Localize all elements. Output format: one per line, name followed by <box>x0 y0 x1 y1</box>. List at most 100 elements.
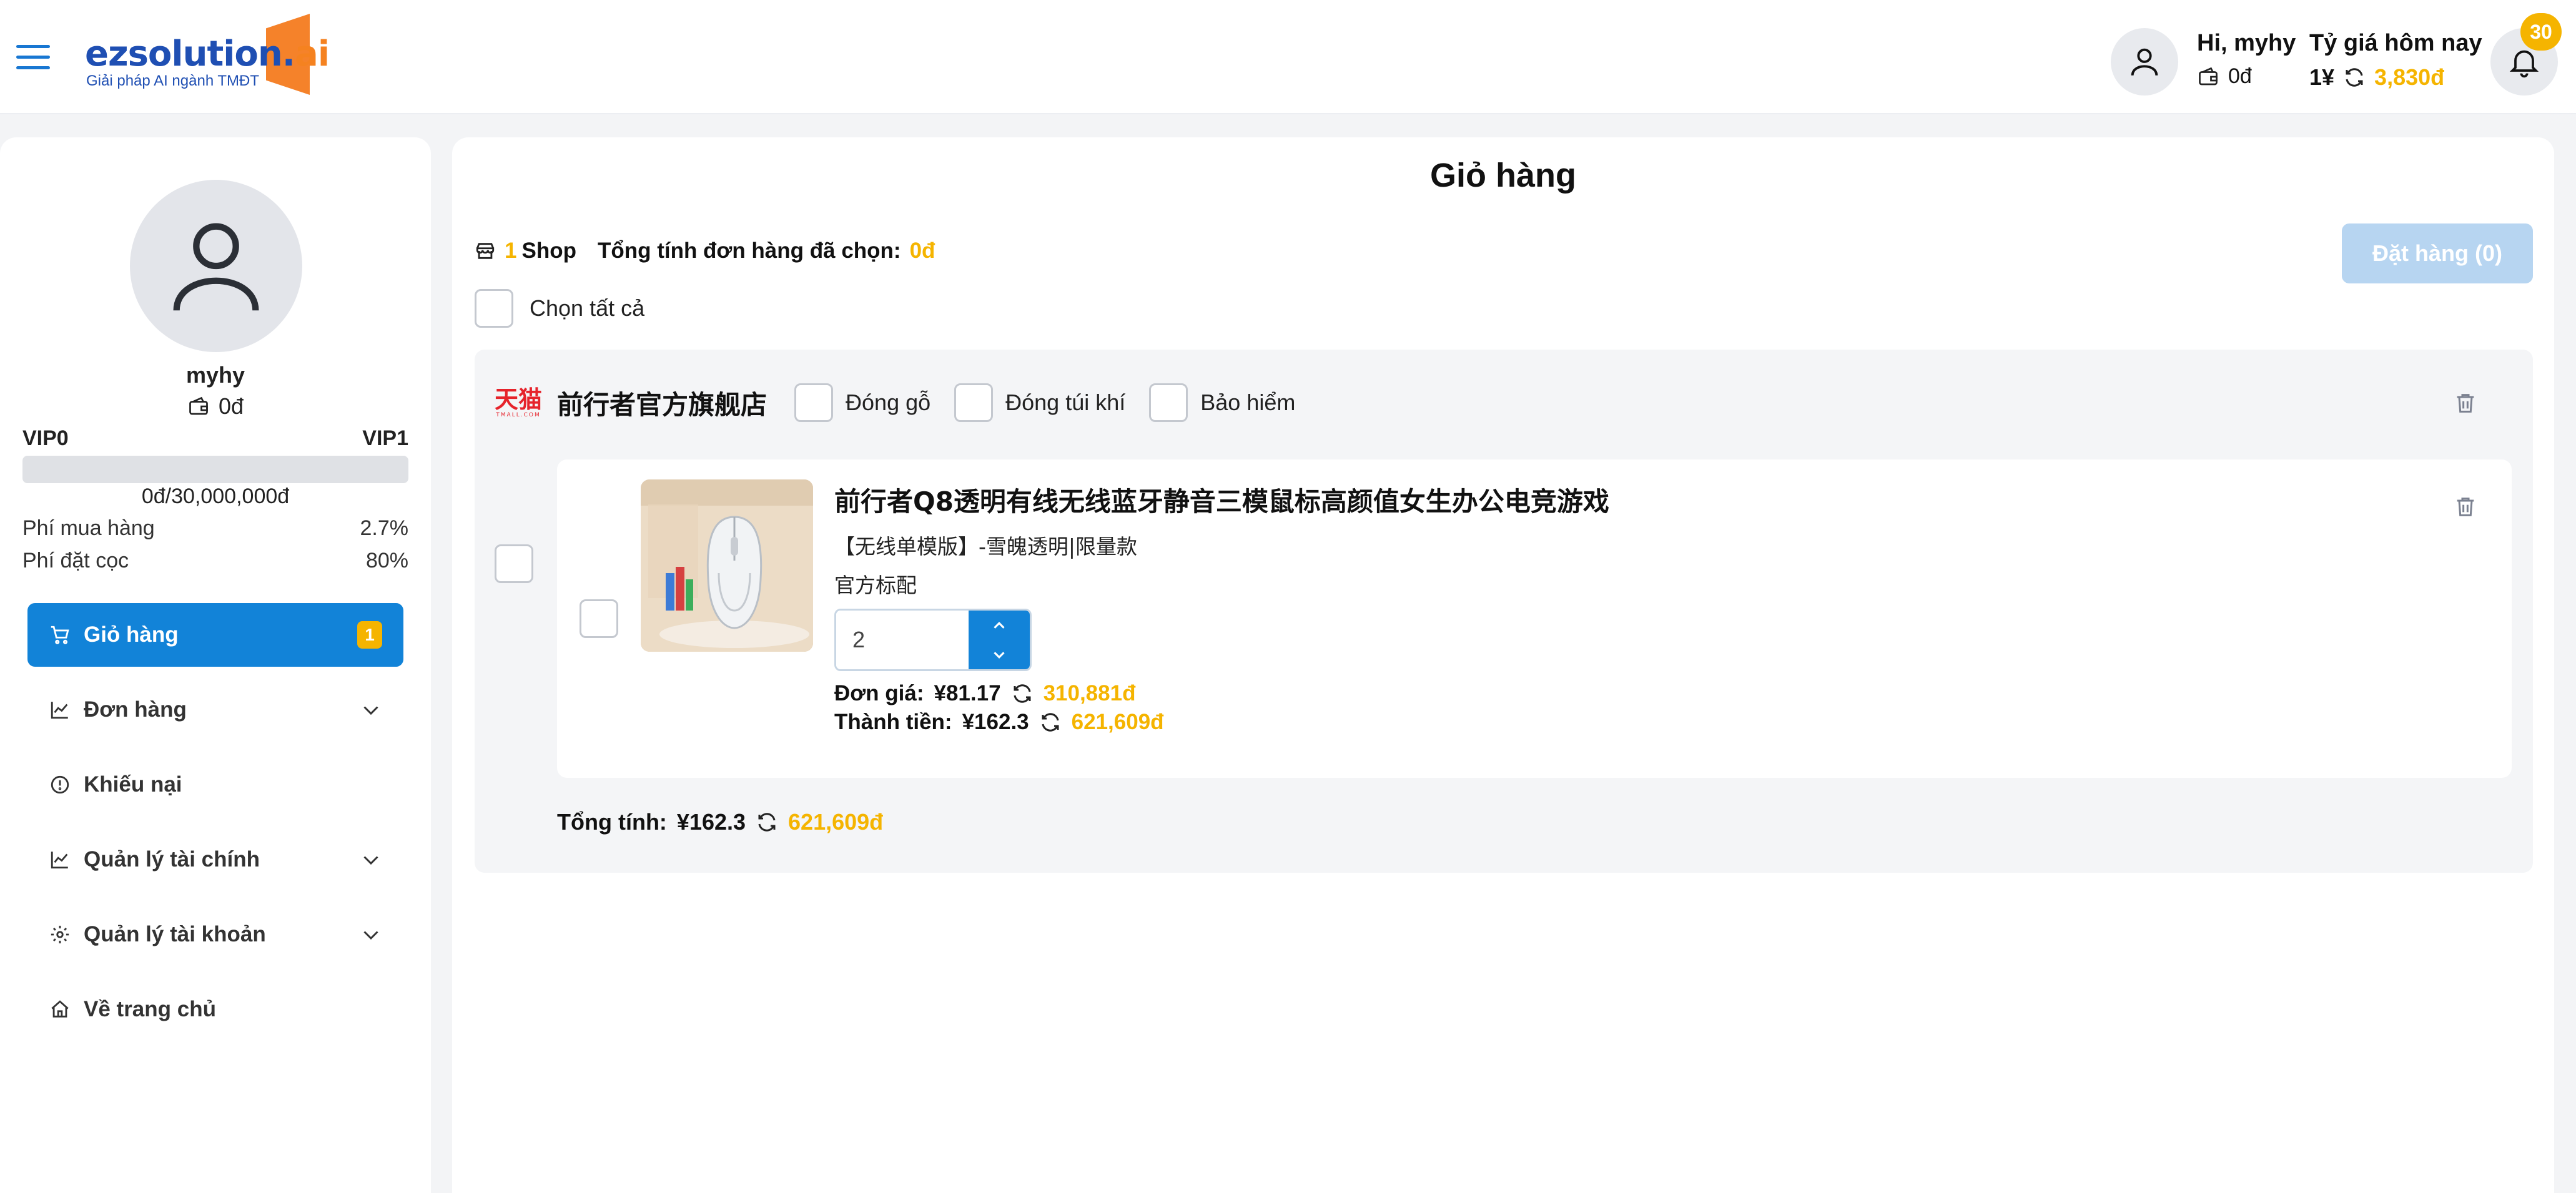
delete-shop-trash-icon[interactable] <box>2453 390 2478 417</box>
sidebar-item-complaints[interactable]: Khiếu nại <box>27 753 403 817</box>
sidebar-item-finance[interactable]: Quản lý tài chính <box>27 828 403 891</box>
select-all-checkbox[interactable] <box>475 289 513 328</box>
delete-product-trash-icon[interactable] <box>2453 493 2478 521</box>
exchange-rate-label: Tỷ giá hôm nay <box>2309 30 2482 56</box>
rate-cny: 1¥ <box>2309 64 2335 90</box>
wallet-icon <box>189 396 208 415</box>
vip-levels: VIP0 VIP1 <box>22 426 408 451</box>
chevron-down-icon <box>994 651 1005 659</box>
unit-price-cny: ¥81.17 <box>934 681 1001 705</box>
option-label: Bảo hiểm <box>1200 390 1296 415</box>
user-icon <box>173 223 259 311</box>
sidebar-item-account[interactable]: Quản lý tài khoản <box>27 903 403 966</box>
shop-header: 天猫 TMALL.COM 前行者官方旗舰店 Đóng gỗ Đóng túi k… <box>495 380 1304 426</box>
brand-logo[interactable]: ezsolution.ai Giải pháp AI ngành TMĐT <box>85 14 330 95</box>
unit-price-row: Đơn giá: ¥81.17 310,881đ <box>834 681 1609 706</box>
selected-total-label: Tổng tính đơn hàng đã chọn: <box>597 238 901 263</box>
product-item: 前行者Q8透明有线无线蓝牙静音三模鼠标高颜值女生办公电竞游戏 【无线单模版】-雪… <box>557 459 2512 778</box>
notification-count-badge: 30 <box>2520 13 2562 51</box>
top-header: ezsolution.ai Giải pháp AI ngành TMĐT Hi… <box>0 0 2576 114</box>
fee-label: Phí mua hàng <box>22 516 155 540</box>
notification-button[interactable]: 30 <box>2490 13 2562 96</box>
user-greeting: Hi, myhy 0đ <box>2197 30 2296 89</box>
main-content: Giỏ hàng 1 Shop Tổng tính đơn hàng đã ch… <box>452 137 2554 1193</box>
quantity-input[interactable] <box>836 611 969 669</box>
subtotal-vnd: 621,609đ <box>1071 710 1164 734</box>
chevron-down-icon[interactable] <box>360 699 382 721</box>
fee-row-deposit: Phí đặt cọc 80% <box>22 549 408 573</box>
select-all-label: Chọn tất cả <box>530 295 645 321</box>
product-variant: 【无线单模版】-雪魄透明|限量款 <box>834 534 1138 559</box>
sidebar-item-home[interactable]: Về trang chủ <box>27 978 403 1041</box>
logo-tagline: Giải pháp AI ngành TMĐT <box>86 72 260 89</box>
chevron-down-icon[interactable] <box>360 848 382 871</box>
hamburger-menu-icon[interactable] <box>16 45 50 71</box>
sidebar-item-label: Giỏ hàng <box>84 622 179 647</box>
quantity-stepper[interactable] <box>834 609 1032 671</box>
fee-value: 80% <box>365 549 408 572</box>
fee-label: Phí đặt cọc <box>22 549 129 572</box>
quantity-increase-button[interactable] <box>969 611 1030 640</box>
product-variant-detail: 官方标配 <box>834 573 917 597</box>
wallet-icon <box>2199 67 2218 85</box>
profile-avatar[interactable] <box>130 180 302 352</box>
option-insurance[interactable]: Bảo hiểm <box>1149 383 1295 422</box>
sidebar-item-label: Quản lý tài khoản <box>84 922 266 946</box>
subtotal-label: Thành tiền: <box>834 710 952 734</box>
sidebar-item-label: Khiếu nại <box>84 772 182 797</box>
wallet-balance: 0đ <box>2197 64 2296 89</box>
profile-balance: 0đ <box>0 393 431 420</box>
option-wooden-crate[interactable]: Đóng gỗ <box>794 383 930 422</box>
chart-line-icon <box>49 848 71 871</box>
shop-word: Shop <box>521 238 576 263</box>
chart-line-icon <box>49 699 71 721</box>
chevron-up-icon <box>994 621 1005 629</box>
exchange-rate: Tỷ giá hôm nay 1¥ 3,830đ <box>2309 30 2482 91</box>
sidebar-item-label: Quản lý tài chính <box>84 847 260 871</box>
shop-count: 1 <box>505 238 517 263</box>
logo-text: ezsolution.ai <box>85 34 330 74</box>
chevron-down-icon[interactable] <box>360 923 382 946</box>
subtotal-row: Thành tiền: ¥162.3 621,609đ <box>834 710 1609 735</box>
shop-total-cny: ¥162.3 <box>676 809 746 835</box>
tmall-logo: 天猫 TMALL.COM <box>495 385 543 418</box>
profile-balance-value: 0đ <box>218 393 244 419</box>
sidebar-item-cart[interactable]: Giỏ hàng 1 <box>27 603 403 667</box>
exchange-icon <box>2346 68 2363 87</box>
vip-progress-text: 0đ/30,000,000đ <box>141 484 290 508</box>
shop-name[interactable]: 前行者官方旗舰店 <box>557 384 767 422</box>
wooden-crate-checkbox[interactable] <box>794 383 834 422</box>
cart-icon <box>49 624 71 646</box>
subtotal-cny: ¥162.3 <box>962 710 1029 734</box>
vip-next: VIP1 <box>362 426 408 450</box>
mouse-product-picture <box>641 479 813 652</box>
product-title[interactable]: 前行者Q8透明有线无线蓝牙静音三模鼠标高颜值女生办公电竞游戏 <box>834 481 1609 519</box>
shop-total-vnd: 621,609đ <box>788 809 884 835</box>
quantity-step-buttons <box>969 611 1030 669</box>
insurance-checkbox[interactable] <box>1149 383 1188 422</box>
option-air-bag[interactable]: Đóng túi khí <box>954 383 1125 422</box>
sidebar-item-orders[interactable]: Đơn hàng <box>27 678 403 742</box>
unit-price-label: Đơn giá: <box>834 681 924 705</box>
shop-select-checkbox[interactable] <box>495 544 533 583</box>
air-bag-checkbox[interactable] <box>954 383 994 422</box>
fee-value: 2.7% <box>360 516 409 540</box>
page-title: Giỏ hàng <box>1430 157 1576 194</box>
place-order-button[interactable]: Đặt hàng (0) <box>2342 223 2533 283</box>
select-all-row[interactable]: Chọn tất cả <box>475 289 644 328</box>
sidebar-item-label: Về trang chủ <box>84 997 216 1021</box>
exchange-rate-value: 1¥ 3,830đ <box>2309 64 2482 91</box>
sidebar: myhy 0đ VIP0 VIP1 0đ/30,000,000đ Phí mua… <box>0 137 431 1193</box>
exchange-icon <box>758 813 776 832</box>
product-select-checkbox[interactable] <box>580 599 618 638</box>
exchange-icon <box>1014 684 1031 703</box>
unit-price-vnd: 310,881đ <box>1043 681 1136 705</box>
user-avatar[interactable] <box>2111 28 2178 96</box>
cart-count-badge: 1 <box>357 621 382 649</box>
store-icon <box>476 243 495 259</box>
quantity-decrease-button[interactable] <box>969 640 1030 669</box>
product-image[interactable] <box>641 479 813 652</box>
gear-icon <box>49 923 71 946</box>
user-icon <box>2131 48 2158 76</box>
vip-progress-bar <box>22 456 408 483</box>
